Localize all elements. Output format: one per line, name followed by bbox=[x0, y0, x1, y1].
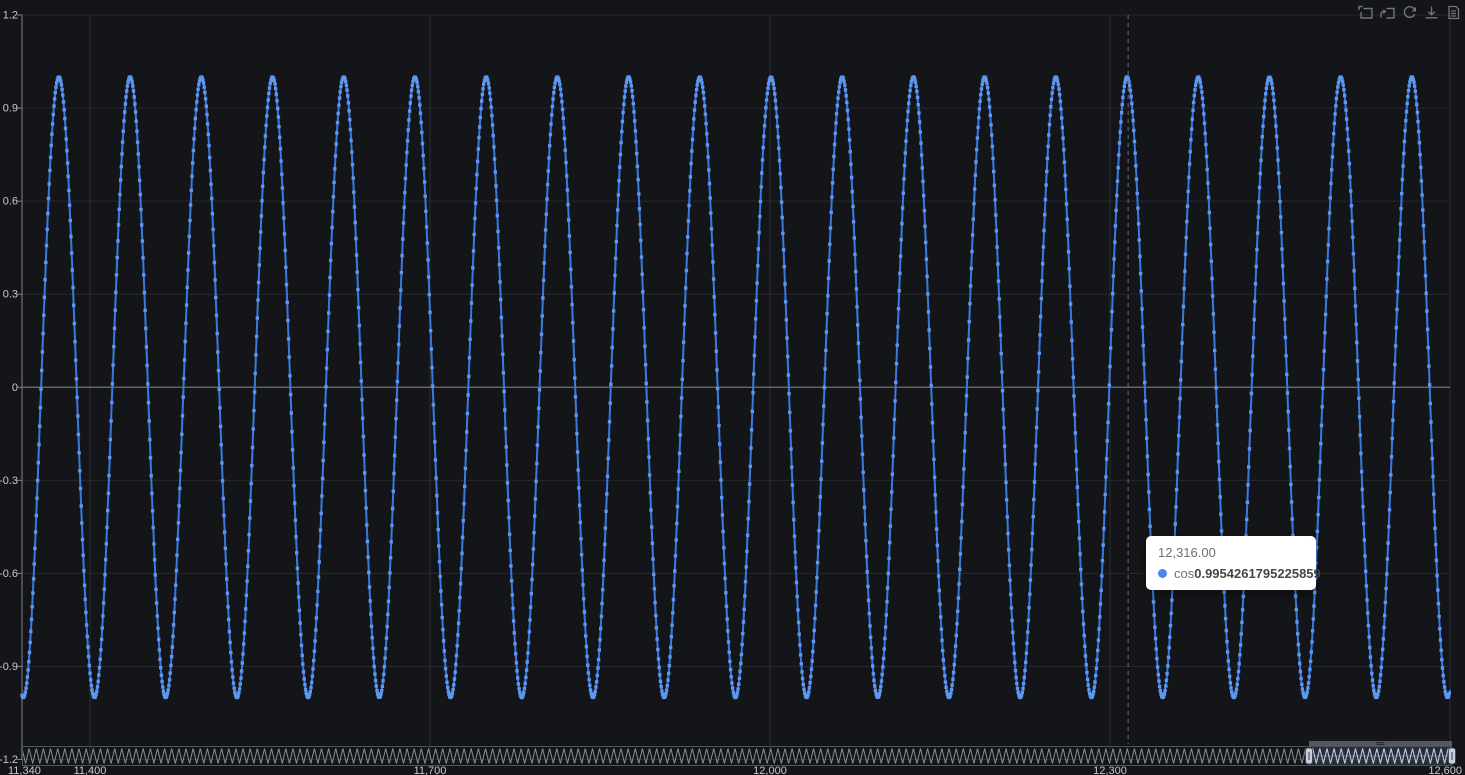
data-view-icon[interactable] bbox=[1445, 4, 1462, 21]
chart-stage: 1.2 0.9 0.6 0.3 0 -0.3 -0.6 -0.9 -1.2 11,340 11,4… bbox=[0, 0, 1465, 775]
tooltip: 12,316.00 cos 0.9954261795225859 bbox=[1146, 536, 1321, 590]
tooltip-series-name: cos bbox=[1174, 566, 1195, 581]
data-zoom-icon[interactable] bbox=[1357, 4, 1374, 21]
datazoom-move-handle[interactable] bbox=[1309, 741, 1452, 746]
zoom-reset-icon[interactable] bbox=[1379, 4, 1396, 21]
datazoom-slider-body[interactable] bbox=[21, 741, 1456, 766]
tooltip-series-row: cos 0.9954261795225859 bbox=[1158, 566, 1321, 581]
tooltip-series-value: 0.9954261795225859 bbox=[1194, 566, 1321, 581]
series-color-dot-icon bbox=[1158, 569, 1167, 578]
toolbox bbox=[1357, 4, 1462, 21]
datazoom-shadow-wave bbox=[21, 748, 1453, 764]
datazoom-slider[interactable] bbox=[0, 0, 1465, 775]
tooltip-x-value: 12,316.00 bbox=[1158, 545, 1216, 560]
restore-icon[interactable] bbox=[1401, 4, 1418, 21]
save-image-icon[interactable] bbox=[1423, 4, 1440, 21]
